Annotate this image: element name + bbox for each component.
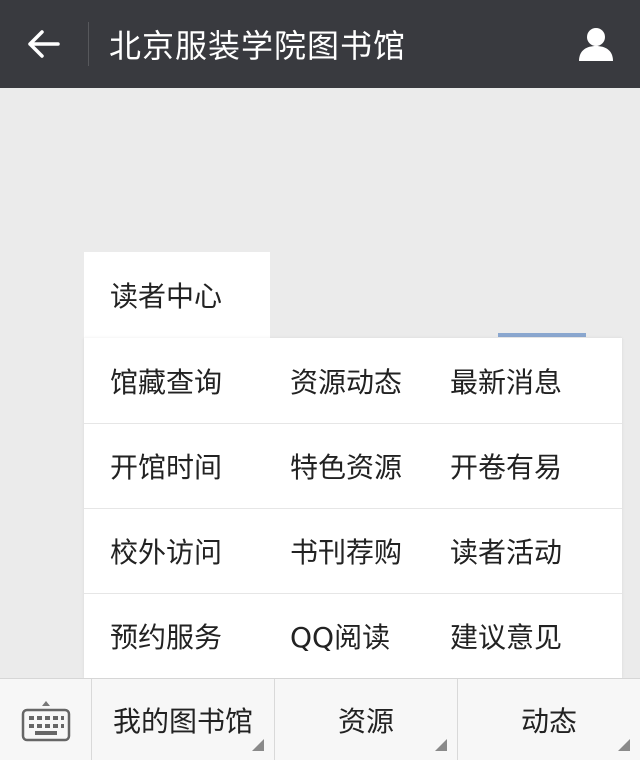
menu-row: 开馆时间 特色资源 开卷有易 bbox=[84, 423, 622, 508]
header-divider bbox=[88, 22, 89, 66]
back-button[interactable] bbox=[0, 0, 88, 88]
menu-item-collection-search[interactable]: 馆藏查询 bbox=[110, 338, 222, 423]
keyboard-toggle-button[interactable] bbox=[0, 679, 92, 760]
tab-my-library[interactable]: 我的图书馆 bbox=[92, 679, 275, 760]
menu-item-offcampus-access[interactable]: 校外访问 bbox=[110, 508, 222, 593]
menu-item-opening-hours[interactable]: 开馆时间 bbox=[110, 423, 222, 508]
menu-item-resource-news[interactable]: 资源动态 bbox=[290, 338, 402, 423]
menu-item-qq-reading[interactable]: QQ阅读 bbox=[290, 593, 390, 678]
menu-parent-text: 读者中心 bbox=[110, 280, 223, 313]
reader-center-menu: 馆藏查询 资源动态 最新消息 开馆时间 特色资源 开卷有易 校外访问 书刊荐购 … bbox=[84, 338, 622, 678]
arrow-left-icon bbox=[28, 30, 60, 58]
menu-row: 预约服务 QQ阅读 建议意见 bbox=[84, 593, 622, 678]
user-icon bbox=[579, 28, 613, 61]
bottom-menu-bar: 我的图书馆 资源 动态 bbox=[0, 678, 640, 760]
page-title: 北京服装学院图书馆 bbox=[109, 27, 407, 65]
menu-item-suggestions[interactable]: 建议意见 bbox=[450, 593, 562, 678]
keyboard-icon bbox=[21, 701, 70, 742]
submenu-indicator-icon bbox=[252, 739, 264, 751]
menu-row: 校外访问 书刊荐购 读者活动 bbox=[84, 508, 622, 593]
menu-item-special-resources[interactable]: 特色资源 bbox=[290, 423, 402, 508]
tab-news[interactable]: 动态 bbox=[458, 679, 640, 760]
menu-row: 馆藏查询 资源动态 最新消息 bbox=[84, 338, 622, 423]
tab-label: 资源 bbox=[337, 705, 394, 738]
tab-label: 动态 bbox=[520, 705, 577, 738]
menu-item-reservation[interactable]: 预约服务 bbox=[110, 593, 222, 678]
submenu-indicator-icon bbox=[618, 739, 630, 751]
tab-resources[interactable]: 资源 bbox=[275, 679, 458, 760]
background-accent-strip bbox=[498, 333, 586, 337]
user-profile-button[interactable] bbox=[552, 0, 640, 88]
menu-item-book-recommend[interactable]: 书刊荐购 bbox=[290, 508, 402, 593]
submenu-indicator-icon bbox=[435, 739, 447, 751]
top-nav-bar: 北京服装学院图书馆 bbox=[0, 0, 640, 88]
menu-item-reader-activities[interactable]: 读者活动 bbox=[450, 508, 562, 593]
menu-item-latest-news[interactable]: 最新消息 bbox=[450, 338, 562, 423]
menu-item-reading-benefit[interactable]: 开卷有易 bbox=[450, 423, 562, 508]
menu-parent-label[interactable]: 读者中心 bbox=[84, 252, 270, 338]
tab-label: 我的图书馆 bbox=[112, 705, 253, 738]
